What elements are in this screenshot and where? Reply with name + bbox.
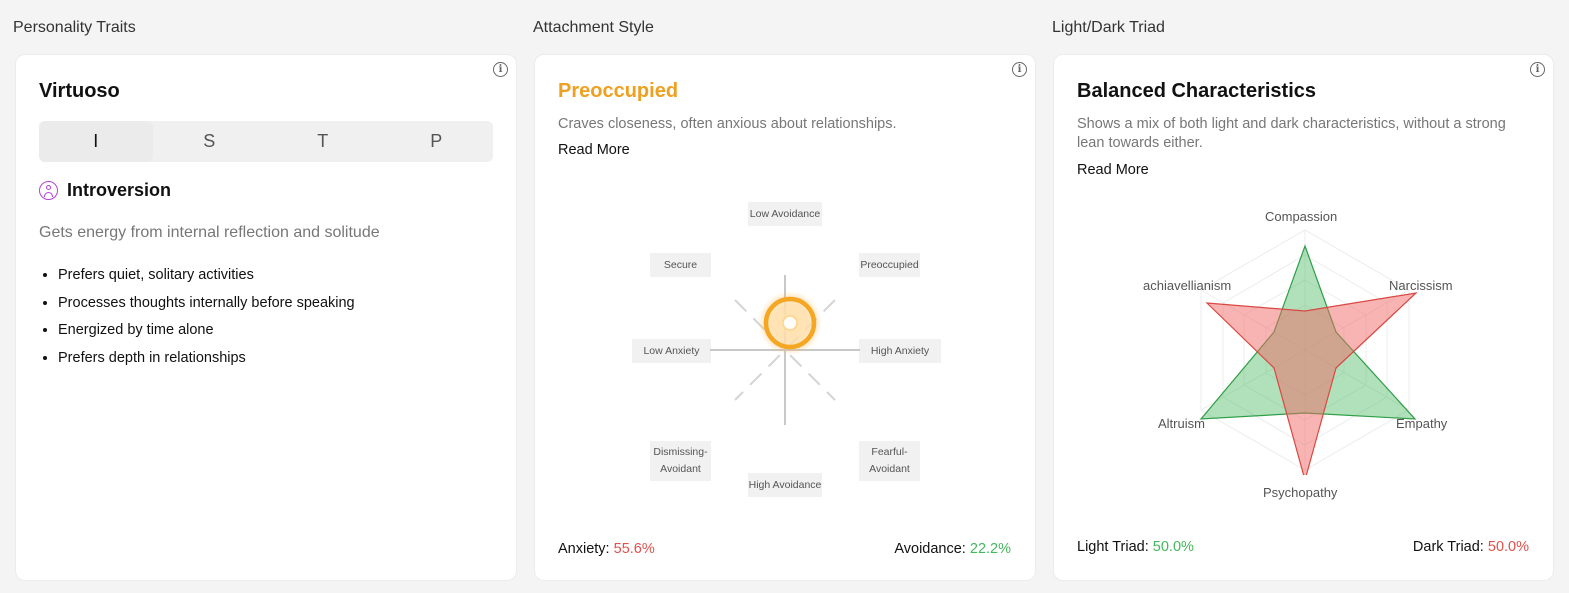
read-more-link[interactable]: Read More bbox=[1077, 162, 1149, 178]
section-title-personality: Personality Traits bbox=[13, 19, 136, 36]
avoidance-value: 22.2% bbox=[969, 541, 1011, 557]
read-more-link[interactable]: Read More bbox=[558, 142, 630, 158]
trait-tabs: I S T P bbox=[39, 121, 493, 162]
personality-card: i Virtuoso I S T P Introversion Gets ene… bbox=[15, 54, 517, 581]
label-high-anxiety: High Anxiety bbox=[859, 339, 941, 363]
light-triad-value: 50.0% bbox=[1152, 539, 1194, 555]
attachment-description: Craves closeness, often anxious about re… bbox=[558, 116, 897, 132]
attachment-style-title: Preoccupied bbox=[558, 80, 679, 102]
label-line: Avoidant bbox=[660, 463, 701, 475]
section-title-attachment: Attachment Style bbox=[533, 19, 654, 36]
position-dot bbox=[782, 315, 798, 331]
label-high-avoidance: High Avoidance bbox=[748, 473, 822, 497]
label-line: Fearful- bbox=[871, 446, 908, 458]
label-secure: Secure bbox=[650, 253, 711, 277]
label-low-anxiety: Low Anxiety bbox=[632, 339, 711, 363]
axis-empathy: Empathy bbox=[1396, 416, 1448, 431]
list-item: Processes thoughts internally before spe… bbox=[58, 290, 355, 318]
triad-description: Shows a mix of both light and dark chara… bbox=[1077, 116, 1506, 151]
user-circle-icon bbox=[39, 181, 58, 200]
trait-bullets: Prefers quiet, solitary activities Proce… bbox=[58, 262, 355, 372]
trait-description: Gets energy from internal reflection and… bbox=[39, 224, 380, 241]
axis-narcissism: Narcissism bbox=[1389, 278, 1453, 293]
personality-type-title: Virtuoso bbox=[39, 80, 120, 102]
tab-p[interactable]: P bbox=[380, 121, 494, 162]
label-line: Avoidant bbox=[869, 463, 910, 475]
triad-card: i Balanced Characteristics Shows a mix o… bbox=[1053, 54, 1554, 581]
dark-triad-stat: Dark Triad: 50.0% bbox=[1413, 539, 1529, 555]
triad-title: Balanced Characteristics bbox=[1077, 80, 1317, 102]
label-dismissing-avoidant: Dismissing- Avoidant bbox=[650, 441, 711, 481]
tab-s[interactable]: S bbox=[153, 121, 267, 162]
info-icon[interactable]: i bbox=[1012, 62, 1027, 77]
list-item: Energized by time alone bbox=[58, 317, 355, 345]
avoidance-label: Avoidance: bbox=[894, 541, 966, 557]
dark-triad-label: Dark Triad: bbox=[1412, 539, 1484, 555]
axis-machiavellianism: achiavellianism bbox=[1143, 278, 1232, 293]
info-icon[interactable]: i bbox=[493, 62, 508, 77]
trait-header: Introversion bbox=[39, 180, 171, 201]
label-low-avoidance: Low Avoidance bbox=[748, 202, 822, 226]
list-item: Prefers depth in relationships bbox=[58, 345, 355, 373]
light-triad-stat: Light Triad: 50.0% bbox=[1077, 539, 1194, 555]
anxiety-label: Anxiety: bbox=[558, 541, 610, 557]
tab-t[interactable]: T bbox=[266, 121, 380, 162]
label-preoccupied: Preoccupied bbox=[859, 253, 920, 277]
label-fearful-avoidant: Fearful- Avoidant bbox=[859, 441, 920, 481]
axis-altruism: Altruism bbox=[1158, 416, 1205, 431]
triad-radar-chart bbox=[1199, 229, 1418, 475]
trait-name: Introversion bbox=[67, 180, 172, 200]
attachment-card: i Preoccupied Craves closeness, often an… bbox=[534, 54, 1036, 581]
tab-i[interactable]: I bbox=[39, 121, 153, 162]
list-item: Prefers quiet, solitary activities bbox=[58, 262, 355, 290]
label-line: Dismissing- bbox=[653, 446, 708, 458]
axis-compassion: Compassion bbox=[1265, 209, 1338, 224]
avoidance-stat: Avoidance: 22.2% bbox=[894, 541, 1011, 557]
info-icon[interactable]: i bbox=[1530, 62, 1545, 77]
dark-triad-value: 50.0% bbox=[1487, 539, 1529, 555]
attachment-quadrant-chart bbox=[710, 275, 860, 425]
light-triad-label: Light Triad: bbox=[1077, 539, 1149, 555]
axis-psychopathy: Psychopathy bbox=[1263, 485, 1338, 500]
anxiety-stat: Anxiety: 55.6% bbox=[558, 541, 655, 557]
section-title-triad: Light/Dark Triad bbox=[1052, 19, 1165, 36]
anxiety-value: 55.6% bbox=[613, 541, 655, 557]
